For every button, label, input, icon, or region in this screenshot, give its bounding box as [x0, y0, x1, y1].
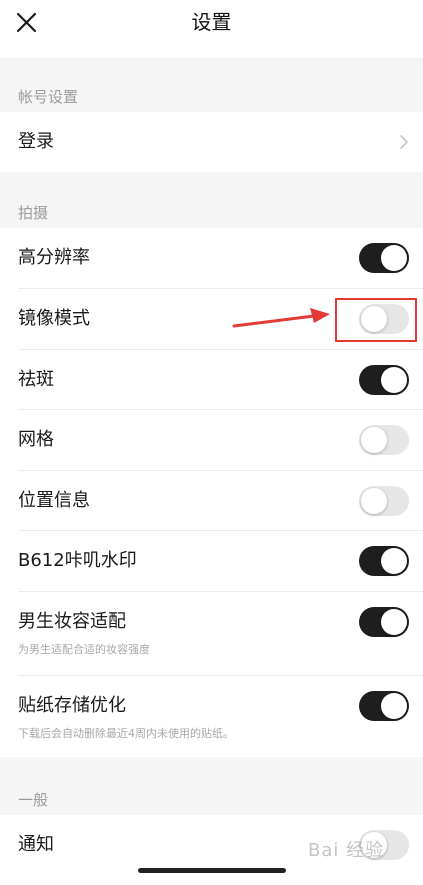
setting-label: 网格: [18, 429, 54, 450]
section-header-shooting: 拍摄: [18, 204, 49, 222]
home-indicator[interactable]: [138, 868, 286, 873]
setting-label: 男生妆容适配: [18, 611, 126, 632]
watermark-toggle[interactable]: [359, 546, 409, 576]
freckle-removal-toggle[interactable]: [359, 365, 409, 395]
setting-row-watermark: B612咔叽水印: [0, 531, 423, 592]
high-resolution-toggle[interactable]: [359, 243, 409, 273]
toggle-knob: [381, 245, 407, 271]
toggle-knob: [381, 609, 407, 635]
setting-description: 为男生适配合适的妆容强度: [18, 643, 150, 656]
toggle-knob: [361, 488, 387, 514]
setting-row-grid: 网格: [0, 410, 423, 471]
watermark: Bai 经验: [308, 840, 385, 861]
toggle-knob: [361, 427, 387, 453]
section-header-general: 一般: [18, 791, 49, 809]
nav-header: 设置: [0, 0, 423, 58]
page-title: 设置: [191, 10, 232, 34]
chevron-right-icon: [400, 135, 408, 149]
setting-label: 贴纸存储优化: [18, 695, 126, 716]
grid-toggle[interactable]: [359, 425, 409, 455]
login-row[interactable]: 登录: [0, 112, 423, 172]
setting-row-freckle-removal: 祛斑: [0, 350, 423, 410]
toggle-knob: [381, 367, 407, 393]
annotation-arrow-icon: [232, 308, 330, 328]
location-toggle[interactable]: [359, 486, 409, 516]
setting-row-sticker-storage: 贴纸存储优化 下载后会自动删除最近4周内未使用的贴纸。: [0, 676, 423, 757]
toggle-knob: [381, 548, 407, 574]
setting-row-high-resolution: 高分辨率: [0, 228, 423, 289]
login-label: 登录: [18, 131, 54, 152]
setting-description: 下载后会自动删除最近4周内未使用的贴纸。: [18, 727, 234, 740]
setting-label: 祛斑: [18, 369, 54, 390]
setting-label: 高分辨率: [18, 247, 90, 268]
male-makeup-toggle[interactable]: [359, 607, 409, 637]
setting-row-male-makeup: 男生妆容适配 为男生适配合适的妆容强度: [0, 592, 423, 676]
setting-label: 位置信息: [18, 490, 90, 511]
setting-label: 镜像模式: [18, 308, 90, 329]
section-header-account: 帐号设置: [18, 88, 79, 106]
toggle-knob: [381, 693, 407, 719]
setting-label: 通知: [18, 834, 54, 855]
sticker-storage-toggle[interactable]: [359, 691, 409, 721]
annotation-highlight-box: [335, 298, 417, 342]
setting-row-location: 位置信息: [0, 471, 423, 531]
setting-label: B612咔叽水印: [18, 550, 137, 571]
